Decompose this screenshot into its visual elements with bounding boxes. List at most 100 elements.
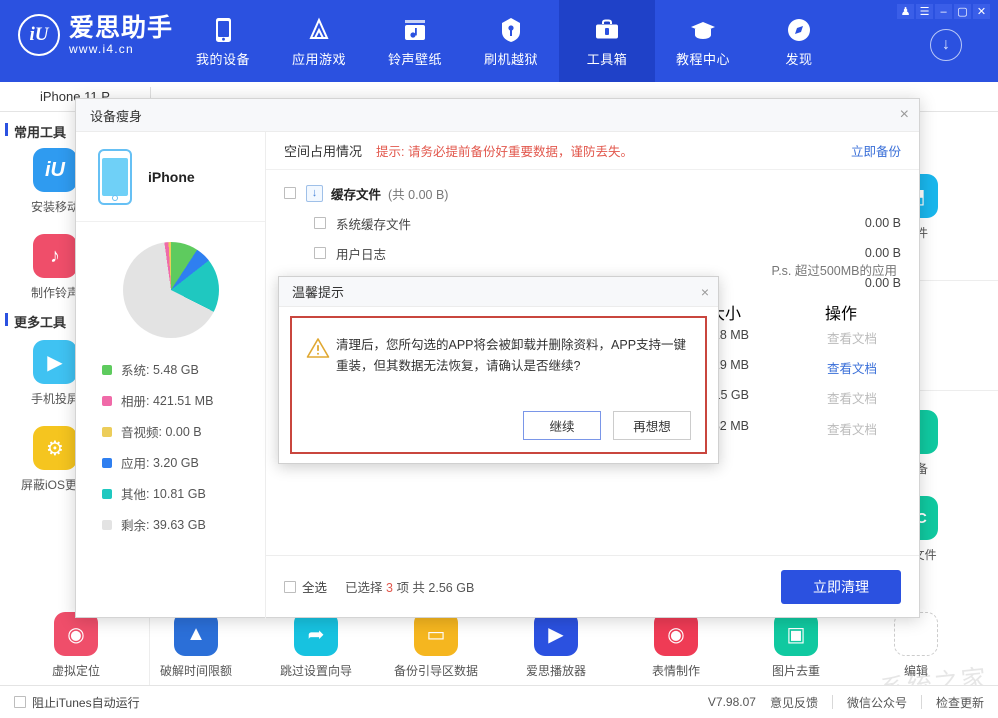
tool-i4-player[interactable]: ▶ 爱思播放器 [511, 612, 601, 679]
nav-item-toolbox[interactable]: 工具箱 [559, 0, 655, 82]
legend-label: 应用 [121, 453, 146, 472]
cache-group-name: 缓存文件 [331, 184, 381, 203]
legend-value: 0.00 B [165, 425, 201, 439]
pie-graphic [123, 242, 219, 338]
iphone-outline-icon [98, 149, 132, 205]
nav-item-my-device[interactable]: 我的设备 [175, 0, 271, 82]
skin-icon[interactable]: ♟ [897, 4, 914, 19]
view-documents-link[interactable]: 查看文档 [827, 358, 877, 377]
device-summary-pane: iPhone 系统: 5.48 GB 相册: 421.51 MB [76, 132, 266, 619]
tool-skip-setup-wizard[interactable]: ➦ 跳过设置向导 [271, 612, 361, 679]
tool-backup-boot-data[interactable]: ▭ 备份引导区数据 [391, 612, 481, 679]
legend-item-other: 其他: 10.81 GB [102, 484, 265, 503]
maximize-icon[interactable]: ▢ [954, 4, 971, 19]
continue-button[interactable]: 继续 [523, 411, 601, 440]
tool-label: 跳过设置向导 [271, 662, 361, 679]
legend-label: 其他 [121, 484, 146, 503]
close-icon[interactable]: ✕ [973, 4, 990, 19]
view-documents-link[interactable]: 查看文档 [827, 388, 877, 407]
logo-title: 爱思助手 [69, 14, 173, 42]
tool-image-dedupe[interactable]: ▣ 图片去重 [751, 612, 841, 679]
cache-row-size: 0.00 B [865, 216, 901, 230]
app-logo[interactable]: iU 爱思助手 www.i4.cn [18, 14, 173, 56]
nav-label: 我的设备 [196, 49, 250, 68]
app-header: iU 爱思助手 www.i4.cn 我的设备 应用游戏 [0, 0, 998, 82]
legend-color-swatch [102, 427, 112, 437]
view-documents-link[interactable]: 查看文档 [827, 419, 877, 438]
cache-group-total: (共 0.00 B) [388, 184, 448, 203]
dialog-title-bar: 设备瘦身 × [76, 99, 919, 132]
cache-row-system[interactable]: 系统缓存文件 0.00 B [266, 208, 919, 238]
block-update-icon: ⚙ [33, 426, 77, 470]
legend-item-media: 音视频: 0.00 B [102, 422, 265, 441]
app-window: iU 爱思助手 www.i4.cn 我的设备 应用游戏 [0, 0, 998, 718]
main-nav: 我的设备 应用游戏 铃声壁纸 刷机越狱 [175, 0, 847, 82]
legend-color-swatch [102, 365, 112, 375]
nav-item-tutorial-center[interactable]: 教程中心 [655, 0, 751, 82]
cache-row-label: 用户日志 [336, 244, 386, 263]
legend-item-free: 剩余: 39.63 GB [102, 515, 265, 534]
wechat-link[interactable]: 微信公众号 [847, 694, 907, 711]
cache-row-checkbox[interactable] [314, 217, 326, 229]
column-operation: 操作 [825, 300, 857, 324]
legend-item-apps: 应用: 3.20 GB [102, 453, 265, 472]
close-icon[interactable]: × [900, 107, 909, 123]
select-all-checkbox[interactable] [284, 581, 296, 593]
ringtone-icon: ♪ [33, 234, 77, 278]
device-header: iPhone [76, 132, 265, 222]
cache-row-checkbox[interactable] [314, 247, 326, 259]
cache-group-row[interactable]: ↓ 缓存文件 (共 0.00 B) [266, 178, 919, 208]
selected-total: 2.56 GB [428, 581, 474, 595]
menu-icon[interactable]: ☰ [916, 4, 933, 19]
divider [921, 695, 922, 709]
tool-emoji-maker[interactable]: ◉ 表情制作 [631, 612, 721, 679]
nav-label: 应用游戏 [292, 49, 346, 68]
nav-item-flash-jailbreak[interactable]: 刷机越狱 [463, 0, 559, 82]
tool-edit-placeholder[interactable]: 编辑 [871, 612, 961, 679]
storage-pie-chart [76, 222, 265, 338]
app-version: V7.98.07 [708, 695, 756, 709]
legend-value: 5.48 GB [153, 363, 199, 377]
legend-color-swatch [102, 489, 112, 499]
nav-label: 工具箱 [587, 49, 628, 68]
block-itunes-toggle[interactable]: 阻止iTunes自动运行 [14, 694, 140, 711]
status-bar: 阻止iTunes自动运行 V7.98.07 意见反馈 微信公众号 检查更新 [0, 685, 998, 718]
cache-group-checkbox[interactable] [284, 187, 296, 199]
section-title-more-tools: 更多工具 [0, 312, 66, 331]
list-header: 空间占用情况 提示: 请务必提前备份好重要数据，谨防丢失。 立即备份 [266, 132, 919, 170]
download-icon[interactable]: ↓ [930, 29, 962, 61]
appstore-icon [306, 15, 332, 45]
block-itunes-label: 阻止iTunes自动运行 [32, 694, 140, 711]
i4-app-icon: iU [33, 148, 77, 192]
nav-item-apps-games[interactable]: 应用游戏 [271, 0, 367, 82]
reconsider-button[interactable]: 再想想 [613, 411, 691, 440]
flash-icon [501, 15, 521, 45]
logo-subtitle: www.i4.cn [69, 42, 173, 56]
nav-item-ringtone-wallpaper[interactable]: 铃声壁纸 [367, 0, 463, 82]
confirm-title: 温馨提示 [292, 282, 344, 301]
screencast-icon: ▶ [33, 340, 77, 384]
block-itunes-checkbox[interactable] [14, 696, 26, 708]
legend-value: 10.81 GB [153, 487, 206, 501]
selected-mid: 项 共 [396, 581, 424, 595]
nav-item-discover[interactable]: 发现 [751, 0, 847, 82]
window-controls: ♟ ☰ – ▢ ✕ [897, 4, 990, 19]
legend-label: 音视频 [121, 422, 159, 441]
warning-triangle-icon [306, 335, 336, 377]
feedback-link[interactable]: 意见反馈 [770, 694, 818, 711]
view-documents-link[interactable]: 查看文档 [827, 328, 877, 347]
compass-icon [786, 15, 812, 45]
confirm-title-bar: 温馨提示 × [279, 277, 718, 307]
check-update-link[interactable]: 检查更新 [936, 694, 984, 711]
tool-label: 备份引导区数据 [391, 662, 481, 679]
backup-now-link[interactable]: 立即备份 [851, 141, 901, 160]
clean-now-button[interactable]: 立即清理 [781, 570, 901, 604]
minimize-icon[interactable]: – [935, 4, 952, 19]
tool-crack-time-limit[interactable]: ▲ 破解时间限额 [151, 612, 241, 679]
legend-label: 剩余 [121, 515, 146, 534]
tool-virtual-location[interactable]: ◉ 虚拟定位 [31, 612, 121, 679]
legend-value: 421.51 MB [153, 394, 213, 408]
select-all-control[interactable]: 全选 [284, 577, 327, 596]
tool-label: 虚拟定位 [31, 662, 121, 679]
close-icon[interactable]: × [701, 285, 709, 299]
